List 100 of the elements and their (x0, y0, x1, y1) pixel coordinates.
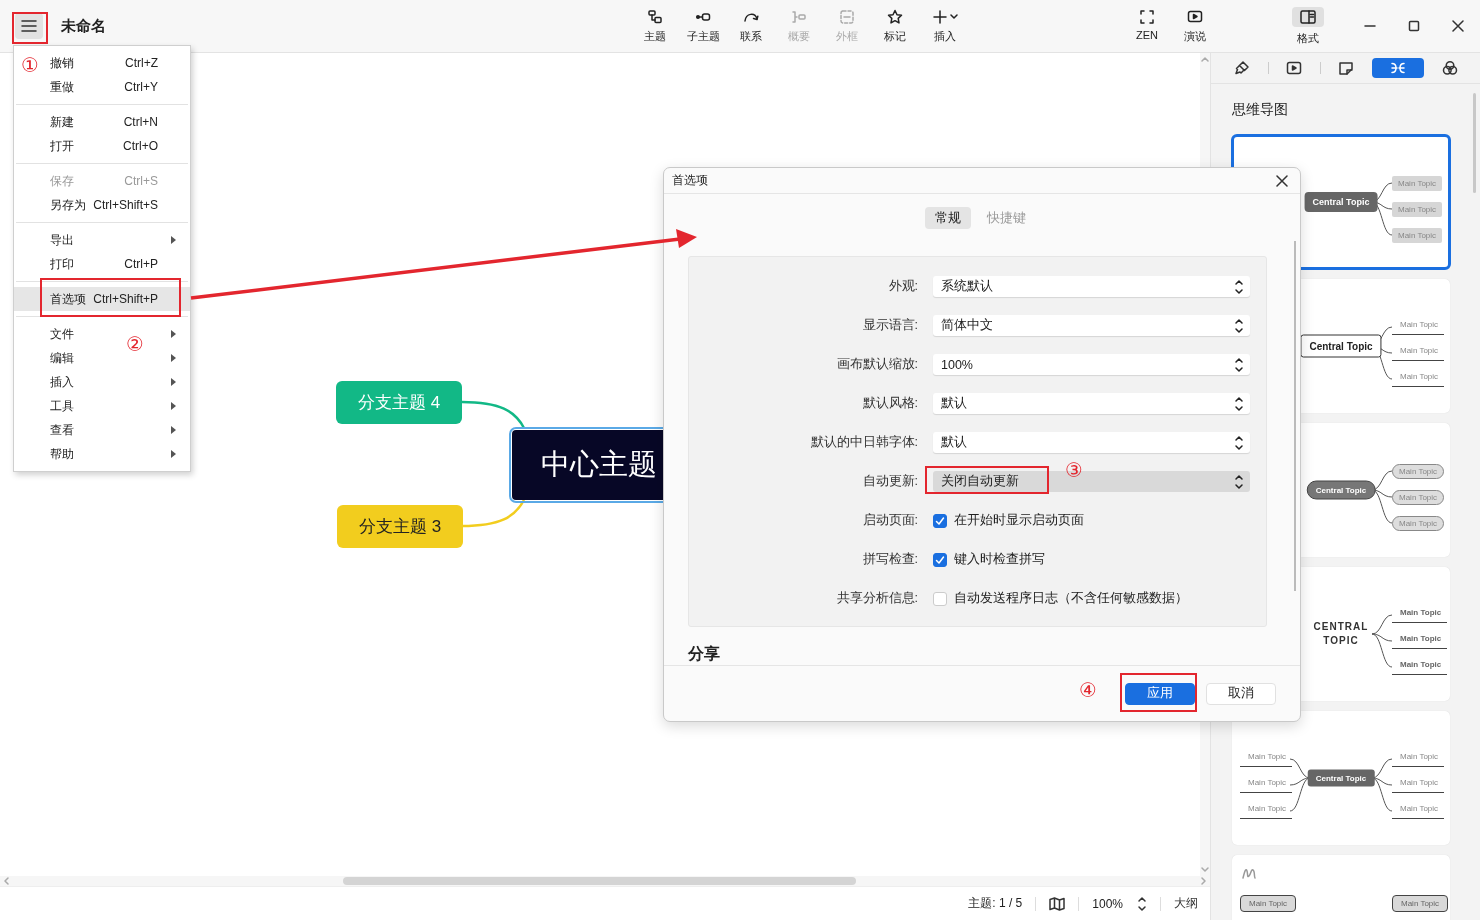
branch-topic-node[interactable]: 分支主题 3 (337, 505, 463, 548)
play-screen-icon (1286, 60, 1302, 76)
theme-card[interactable]: Main Topic Main Topic (1232, 855, 1450, 920)
setting-label: 拼写检查: (861, 551, 918, 568)
apply-button[interactable]: 应用 (1125, 682, 1195, 705)
outline-button[interactable]: 大纲 (1174, 895, 1198, 912)
setting-label: 共享分析信息: (835, 590, 918, 607)
menu-button[interactable] (15, 13, 43, 39)
setting-label: 画布默认缩放: (835, 356, 918, 373)
scrollbar-thumb[interactable] (343, 877, 856, 885)
theme-topic-label: Main Topic (1392, 346, 1445, 361)
theme-topic-label: Main Topic (1392, 464, 1445, 479)
theme-topic-label: Main Topic (1240, 895, 1297, 912)
checkbox[interactable] (933, 552, 947, 567)
toolbar-button[interactable]: 联系 (727, 8, 775, 44)
theme-topic-label: Main Topic (1392, 490, 1445, 505)
setting-label: 自动更新: (861, 473, 918, 490)
fullscreen-icon (1139, 8, 1155, 25)
theme-card[interactable]: Main Topic Main Topic Main Topic Main Topic Main Topic Main Topic Central Topic (1232, 711, 1450, 845)
select-field[interactable]: 简体中文 (933, 315, 1250, 336)
theme-topic-label: Main Topic (1392, 660, 1448, 675)
cancel-button[interactable]: 取消 (1206, 682, 1276, 705)
up-down-icon (1234, 473, 1244, 490)
submenu-arrow-icon (171, 402, 176, 410)
tab[interactable]: 常规 (924, 207, 971, 229)
left-caret-icon (4, 877, 9, 885)
menu-item[interactable]: 另存为 Ctrl+Shift+S (14, 193, 190, 217)
up-down-icon (1234, 434, 1244, 451)
toolbar-button[interactable]: 演说 (1171, 8, 1219, 44)
plus-icon (932, 8, 948, 25)
theme-topic-label: Main Topic (1392, 202, 1443, 217)
step-number: ④ (1079, 679, 1097, 701)
theme-topic-label: Main Topic (1240, 804, 1293, 819)
theme-central-label: Central Topic (1300, 334, 1382, 358)
up-caret-icon (1201, 57, 1209, 62)
up-down-icon (1234, 317, 1244, 334)
overlapping-circles-icon (1442, 60, 1458, 76)
theme-topic-label: Main Topic (1240, 752, 1293, 767)
menu-item[interactable]: 导出 (14, 228, 190, 252)
zoom-stepper[interactable] (1137, 895, 1147, 912)
setting-label: 默认的中日韩字体: (809, 434, 918, 451)
up-down-icon (1234, 356, 1244, 373)
format-button[interactable]: 格式 (1284, 6, 1332, 46)
toolbar-button[interactable]: ZEN (1123, 8, 1171, 44)
sticky-note-icon (1338, 60, 1354, 76)
maximize-icon (1408, 20, 1420, 32)
step-number: ② (126, 333, 144, 355)
caret-icon (950, 13, 958, 20)
checkbox[interactable] (933, 513, 947, 528)
step-number: ① (21, 54, 39, 76)
theme-topic-label: Main Topic (1392, 228, 1443, 243)
menu-item[interactable]: 帮助 (14, 442, 190, 466)
theme-topic-label: Main Topic (1240, 778, 1293, 793)
menu-item[interactable]: 新建 Ctrl+N (14, 110, 190, 134)
select-field[interactable]: 系统默认 (933, 276, 1250, 297)
select-field[interactable]: 默认 (933, 432, 1250, 453)
menu-icon (21, 20, 37, 32)
up-down-icon (1234, 278, 1244, 295)
theme-topic-label: Main Topic (1392, 176, 1443, 191)
topic-icon (647, 8, 663, 25)
theme-central-label: Central Topic (1306, 480, 1376, 500)
toolbar-button[interactable]: 标记 (871, 8, 919, 44)
summary-icon (791, 8, 807, 25)
theme-topic-label: Main Topic (1392, 804, 1445, 819)
checkbox-label: 键入时检查拼写 (954, 551, 1045, 568)
toolbar-button[interactable]: 插入 (919, 8, 971, 44)
menu-item[interactable]: 工具 (14, 394, 190, 418)
theme-topic-label: Main Topic (1392, 608, 1448, 623)
setting-label: 默认风格: (861, 395, 918, 412)
star-icon (887, 8, 903, 25)
menu-item[interactable]: 打开 Ctrl+O (14, 134, 190, 158)
menu-item[interactable]: 打印 Ctrl+P (14, 252, 190, 276)
menu-item[interactable]: 重做 Ctrl+Y (14, 75, 190, 99)
submenu-arrow-icon (171, 236, 176, 244)
brush-icon (1234, 60, 1250, 76)
boundary-icon (839, 8, 855, 25)
down-caret-icon (1201, 867, 1209, 872)
toolbar-button[interactable]: 主题 (631, 8, 679, 44)
toolbar-button[interactable]: 子主题 (679, 8, 727, 44)
section-heading: 分享 (688, 644, 721, 664)
submenu-arrow-icon (171, 426, 176, 434)
theme-topic-label: Main Topic (1392, 372, 1445, 387)
submenu-arrow-icon (171, 330, 176, 338)
theme-topic-label: Main Topic (1392, 752, 1445, 767)
setting-label: 启动页面: (861, 512, 918, 529)
zoom-level: 100% (1092, 896, 1123, 911)
mind-map-structure-icon (1390, 60, 1406, 76)
theme-central-label: Central Topic (1307, 769, 1375, 787)
menu-item[interactable]: 查看 (14, 418, 190, 442)
submenu-arrow-icon (171, 354, 176, 362)
close-icon (1276, 174, 1288, 187)
section-title: 思维导图 (1232, 101, 1289, 119)
menu-item[interactable]: 插入 (14, 370, 190, 394)
menu-item[interactable]: 首选项 Ctrl+Shift+P (14, 287, 190, 311)
play-screen-icon (1187, 8, 1203, 25)
squiggle-icon (1242, 867, 1256, 879)
theme-topic-label: Main Topic (1392, 634, 1448, 649)
topic-count: 主题: 1 / 5 (968, 895, 1023, 912)
select-field[interactable]: 100% (933, 354, 1250, 375)
select-field[interactable]: 默认 (933, 393, 1250, 414)
